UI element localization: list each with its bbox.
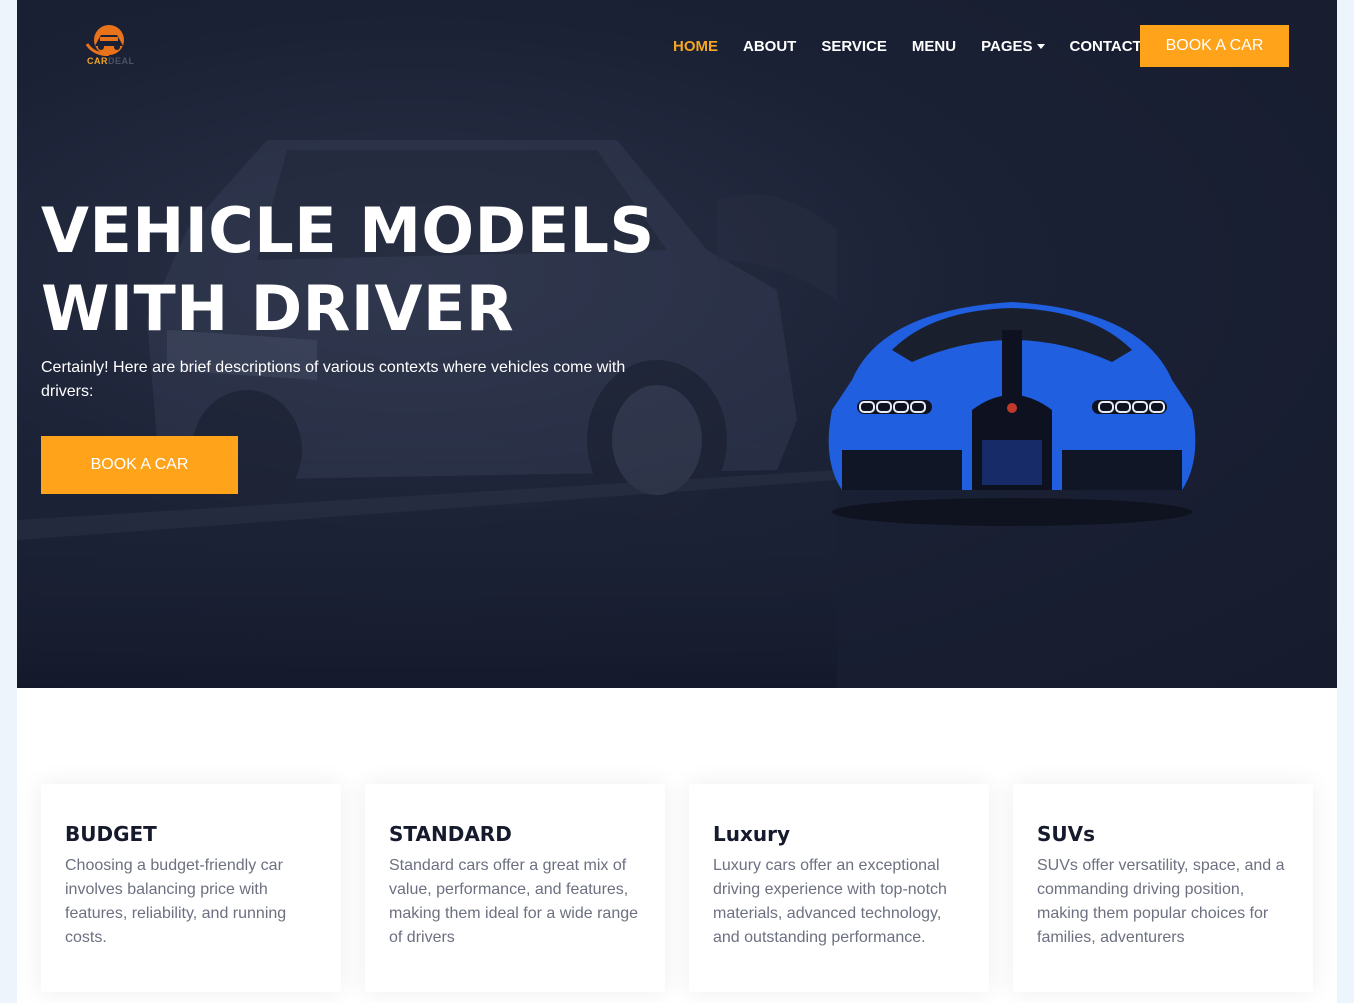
navbar: CARDEAL HOME ABOUT SERVICE MENU PAGES CO… bbox=[17, 0, 1337, 92]
hero-description: Certainly! Here are brief descriptions o… bbox=[41, 359, 626, 400]
nav-item-about[interactable]: ABOUT bbox=[743, 38, 796, 55]
hero-car-image bbox=[828, 302, 1196, 526]
hero-title-line2: WITH DRIVER bbox=[41, 272, 515, 345]
nav-service-label: SERVICE bbox=[821, 37, 887, 55]
nav-home-label: HOME bbox=[673, 37, 718, 55]
nav-item-service[interactable]: SERVICE bbox=[821, 38, 887, 55]
nav-menu-label: MENU bbox=[911, 37, 957, 55]
nav-about-label: ABOUT bbox=[743, 37, 797, 55]
card-text: Standard cars offer a great mix of value… bbox=[389, 857, 639, 946]
card-luxury[interactable]: Luxury Luxury cars offer an exceptional … bbox=[689, 784, 989, 992]
logo-text-secondary: DEAL bbox=[108, 56, 135, 66]
nav-item-menu[interactable]: MENU bbox=[912, 38, 956, 55]
card-title: Luxury bbox=[713, 822, 791, 846]
card-title: STANDARD bbox=[389, 822, 512, 846]
card-title: SUVs bbox=[1037, 822, 1096, 846]
card-text: Choosing a budget-friendly car involves … bbox=[65, 857, 287, 946]
nav-item-contact[interactable]: CONTACT bbox=[1070, 38, 1142, 55]
nav-book-car-button[interactable]: BOOK A CAR bbox=[1140, 25, 1289, 67]
hero-section: CARDEAL HOME ABOUT SERVICE MENU PAGES CO… bbox=[17, 0, 1337, 688]
nav-item-pages[interactable]: PAGES bbox=[981, 37, 1045, 55]
car-category-cards: BUDGET Choosing a budget-friendly car in… bbox=[41, 784, 1313, 992]
nav-item-home[interactable]: HOME bbox=[673, 38, 718, 55]
brand-logo[interactable]: CARDEAL bbox=[85, 24, 145, 70]
hero-title-line1: VEHICLE MODELS bbox=[41, 194, 655, 267]
hero-title: VEHICLE MODELS WITH DRIVER bbox=[41, 192, 681, 348]
logo-text: CARDEAL bbox=[87, 56, 135, 66]
car-logo-icon bbox=[85, 25, 124, 57]
nav-contact-label: CONTACT bbox=[1069, 37, 1142, 55]
card-text: SUVs offer versatility, space, and a com… bbox=[1037, 857, 1285, 946]
card-text: Luxury cars offer an exceptional driving… bbox=[713, 857, 947, 946]
page: CARDEAL HOME ABOUT SERVICE MENU PAGES CO… bbox=[17, 0, 1337, 1003]
main-nav: HOME ABOUT SERVICE MENU PAGES CONTACT bbox=[673, 36, 1167, 56]
card-standard[interactable]: STANDARD Standard cars offer a great mix… bbox=[365, 784, 665, 992]
caret-down-icon bbox=[1036, 43, 1045, 49]
logo-text-primary: CAR bbox=[87, 56, 108, 66]
card-budget[interactable]: BUDGET Choosing a budget-friendly car in… bbox=[41, 784, 341, 992]
card-title: BUDGET bbox=[65, 822, 157, 846]
card-suvs[interactable]: SUVs SUVs offer versatility, space, and … bbox=[1013, 784, 1313, 992]
nav-pages-label: PAGES bbox=[981, 37, 1033, 55]
hero-book-car-button[interactable]: BOOK A CAR bbox=[41, 436, 238, 494]
